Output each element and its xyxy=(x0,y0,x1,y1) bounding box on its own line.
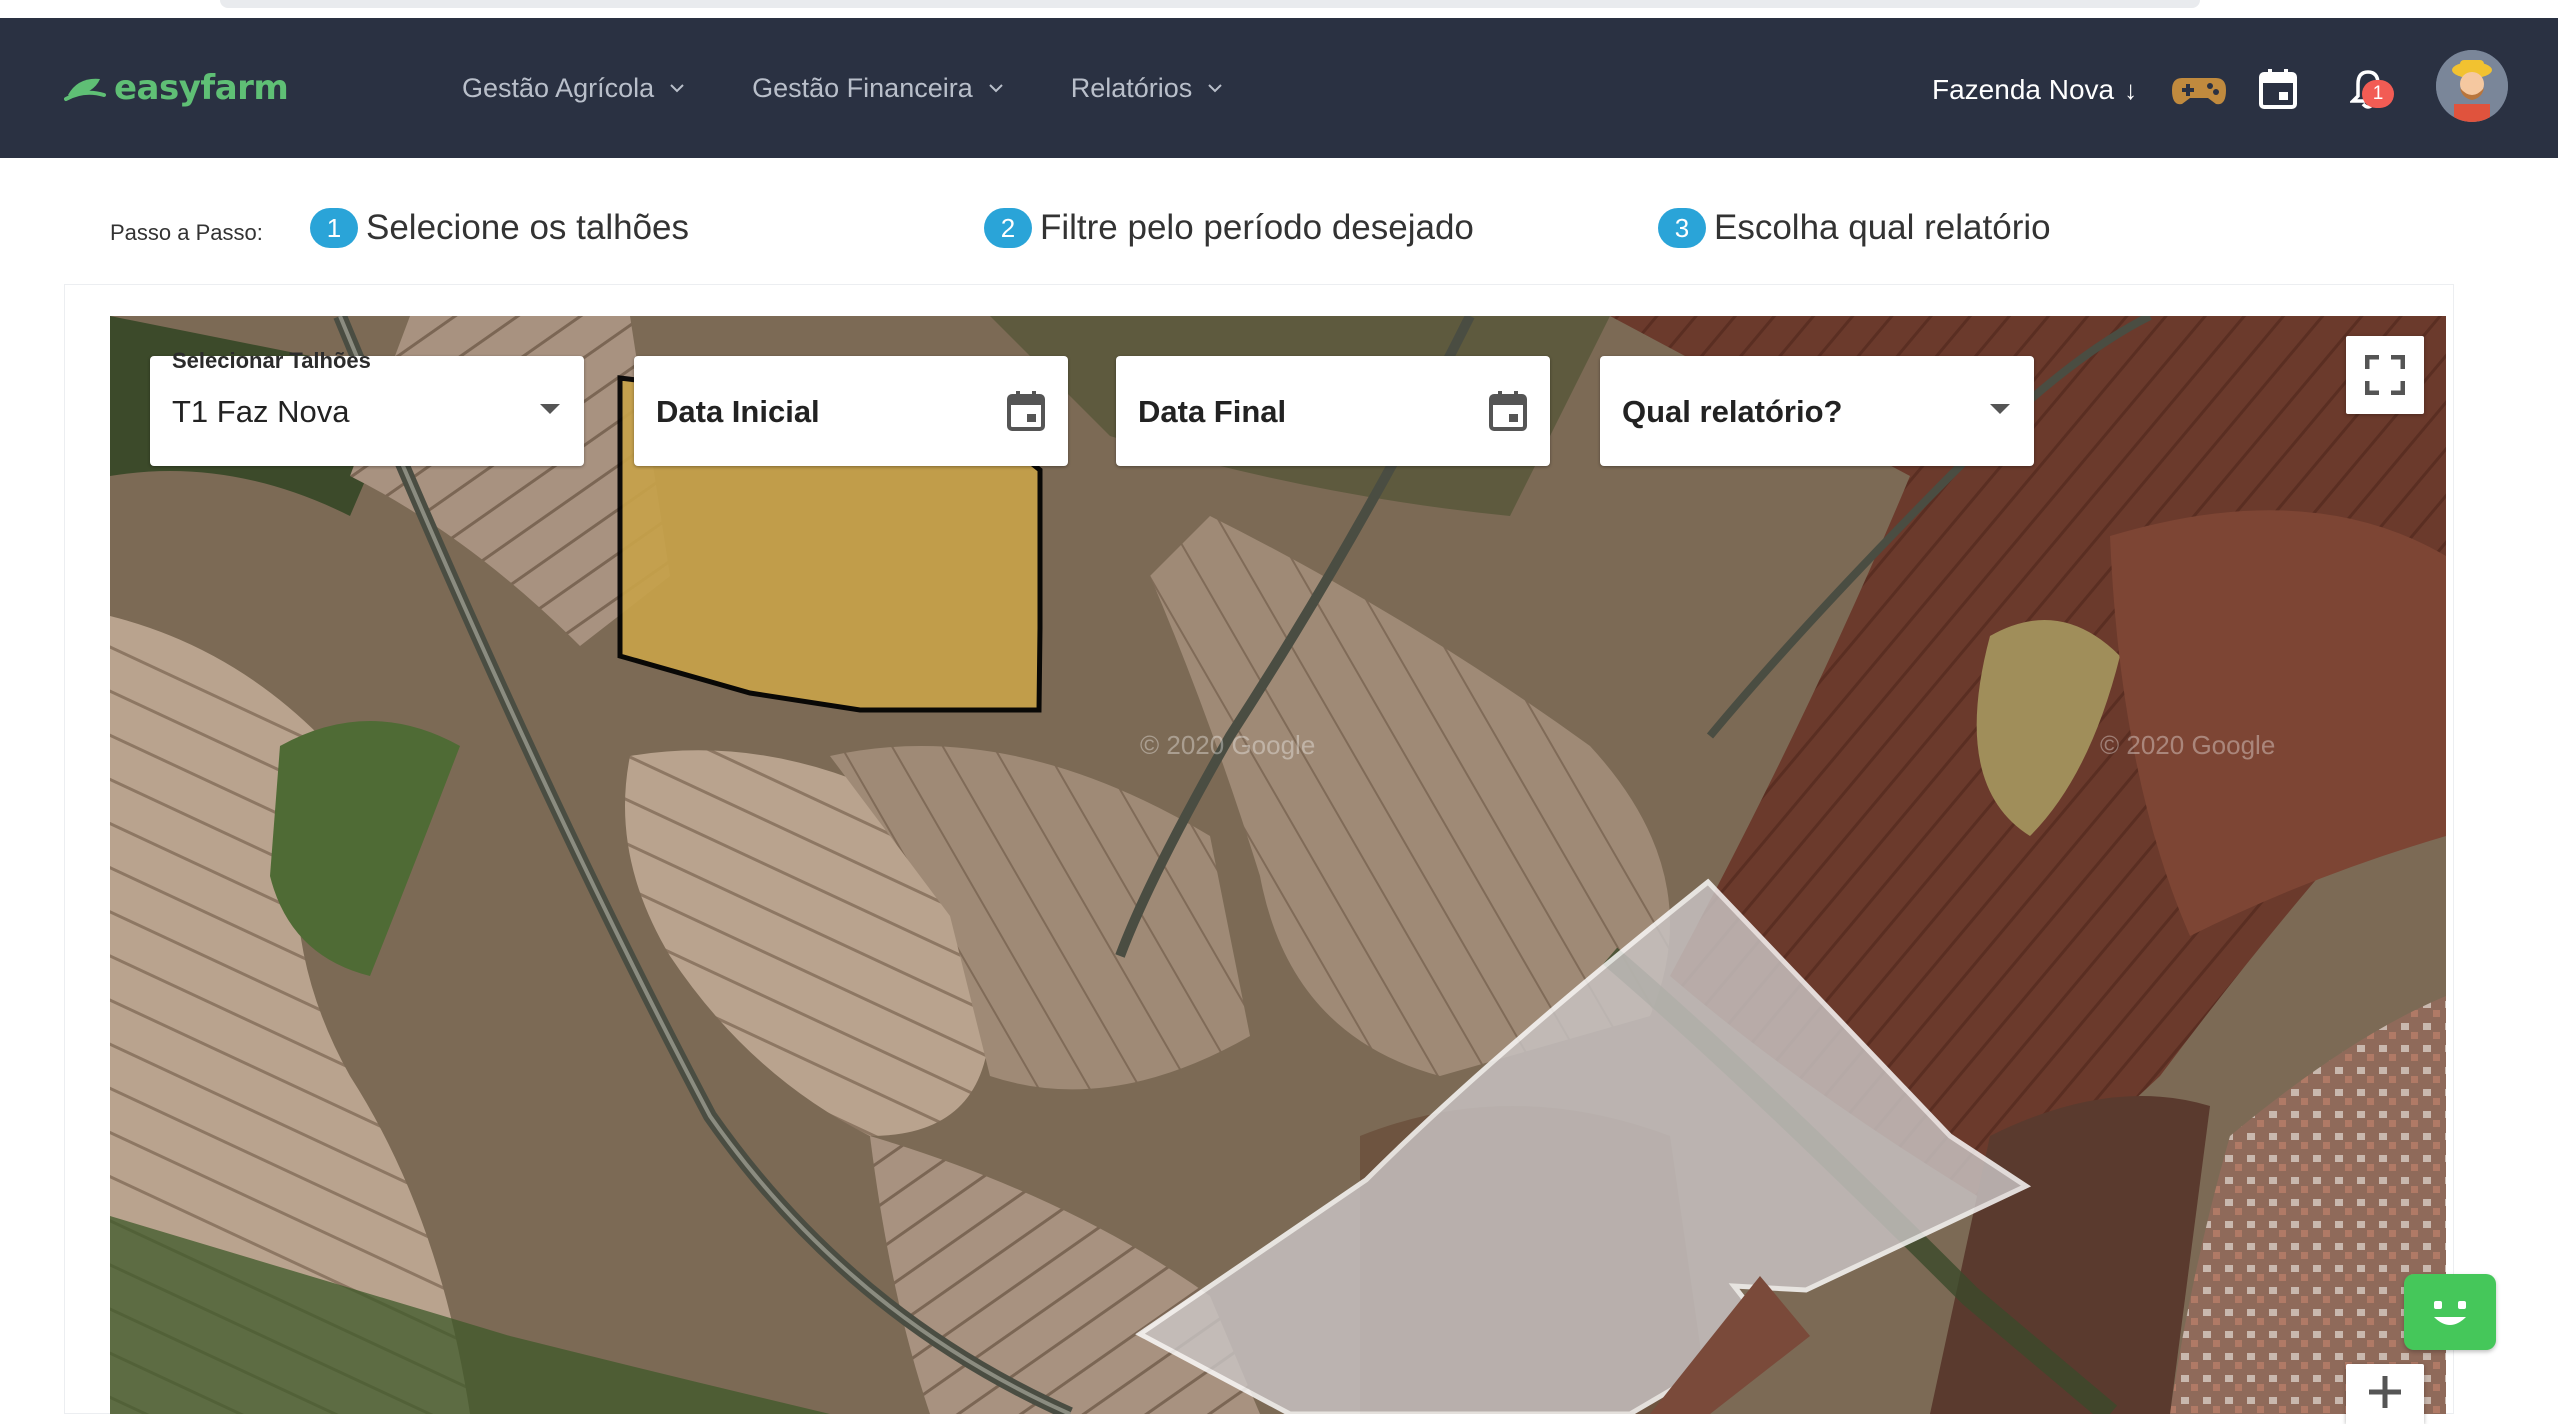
user-avatar[interactable] xyxy=(2436,50,2508,122)
map-watermark: © 2020 Google xyxy=(2100,730,2275,760)
satellite-map[interactable]: © 2020 Google © 2020 Google xyxy=(110,316,2446,1414)
browser-top-strip xyxy=(0,0,2558,18)
main-menu: Gestão Agrícola Gestão Financeira Relató… xyxy=(462,66,1290,110)
dropdown-caret-icon xyxy=(1990,404,2010,414)
step-3: 3 Escolha qual relatório xyxy=(1658,208,2051,248)
map-watermark: © 2020 Google xyxy=(1140,730,1315,760)
map-canvas[interactable]: © 2020 Google © 2020 Google xyxy=(110,316,2446,1414)
step-2: 2 Filtre pelo período desejado xyxy=(984,208,1474,248)
report-select[interactable]: Qual relatório? xyxy=(1600,356,2034,466)
menu-label: Gestão Financeira xyxy=(752,72,973,103)
chevron-down-icon xyxy=(989,84,1003,93)
step-1: 1 Selecione os talhões xyxy=(310,208,689,248)
menu-gestao-agricola[interactable]: Gestão Agrícola xyxy=(462,73,686,104)
menu-label: Gestão Agrícola xyxy=(462,72,655,103)
step-by-step-bar: Passo a Passo: 1 Selecione os talhões 2 … xyxy=(0,158,2558,270)
browser-address-bar xyxy=(220,0,2200,8)
calendar-icon[interactable] xyxy=(1488,390,1528,432)
end-date-input[interactable]: Data Final xyxy=(1116,356,1550,466)
plots-value: T1 Faz Nova xyxy=(172,394,350,429)
arrow-down-icon: ↓ xyxy=(2124,74,2138,105)
chevron-down-icon xyxy=(670,84,684,93)
fullscreen-icon xyxy=(2365,355,2405,395)
notification-badge: 1 xyxy=(2362,80,2394,108)
top-navbar: easyfarm Gestão Agrícola Gestão Financei… xyxy=(0,18,2558,158)
chat-smile-icon xyxy=(2434,1301,2466,1325)
chat-support-button[interactable] xyxy=(2404,1274,2496,1350)
gamepad-icon[interactable] xyxy=(2170,74,2228,108)
step-text: Escolha qual relatório xyxy=(1714,208,2051,247)
zoom-in-button[interactable] xyxy=(2346,1364,2424,1424)
step-number-badge: 3 xyxy=(1658,208,1706,248)
fullscreen-button[interactable] xyxy=(2346,336,2424,414)
farm-name: Fazenda Nova xyxy=(1932,74,2115,105)
calendar-icon[interactable] xyxy=(2258,68,2298,110)
report-placeholder: Qual relatório? xyxy=(1622,394,1843,429)
easyfarm-logo[interactable]: easyfarm xyxy=(64,66,289,110)
leaf-logo-icon xyxy=(64,78,106,101)
farm-selector[interactable]: Fazenda Nova ↓ xyxy=(1932,70,2137,110)
end-date-placeholder: Data Final xyxy=(1138,394,1287,429)
chevron-down-icon xyxy=(1208,84,1223,93)
step-text: Selecione os talhões xyxy=(366,208,689,247)
logo-text: easyfarm xyxy=(114,68,289,108)
step-text: Filtre pelo período desejado xyxy=(1040,208,1474,247)
plots-label: Selecionar Talhões xyxy=(172,348,371,373)
menu-label: Relatórios xyxy=(1070,72,1193,103)
menu-relatorios[interactable]: Relatórios xyxy=(1071,73,1225,104)
step-number-badge: 1 xyxy=(310,208,358,248)
plots-select[interactable]: Selecionar Talhões T1 Faz Nova xyxy=(150,348,584,466)
steps-label: Passo a Passo: xyxy=(110,220,263,245)
dropdown-caret-icon xyxy=(540,404,560,414)
calendar-icon[interactable] xyxy=(1006,390,1046,432)
menu-gestao-financeira[interactable]: Gestão Financeira xyxy=(752,73,1005,104)
farmer-avatar-icon xyxy=(2436,50,2508,122)
start-date-placeholder: Data Inicial xyxy=(656,394,820,429)
step-number-badge: 2 xyxy=(984,208,1032,248)
plus-icon xyxy=(2369,1376,2401,1408)
start-date-input[interactable]: Data Inicial xyxy=(634,356,1068,466)
